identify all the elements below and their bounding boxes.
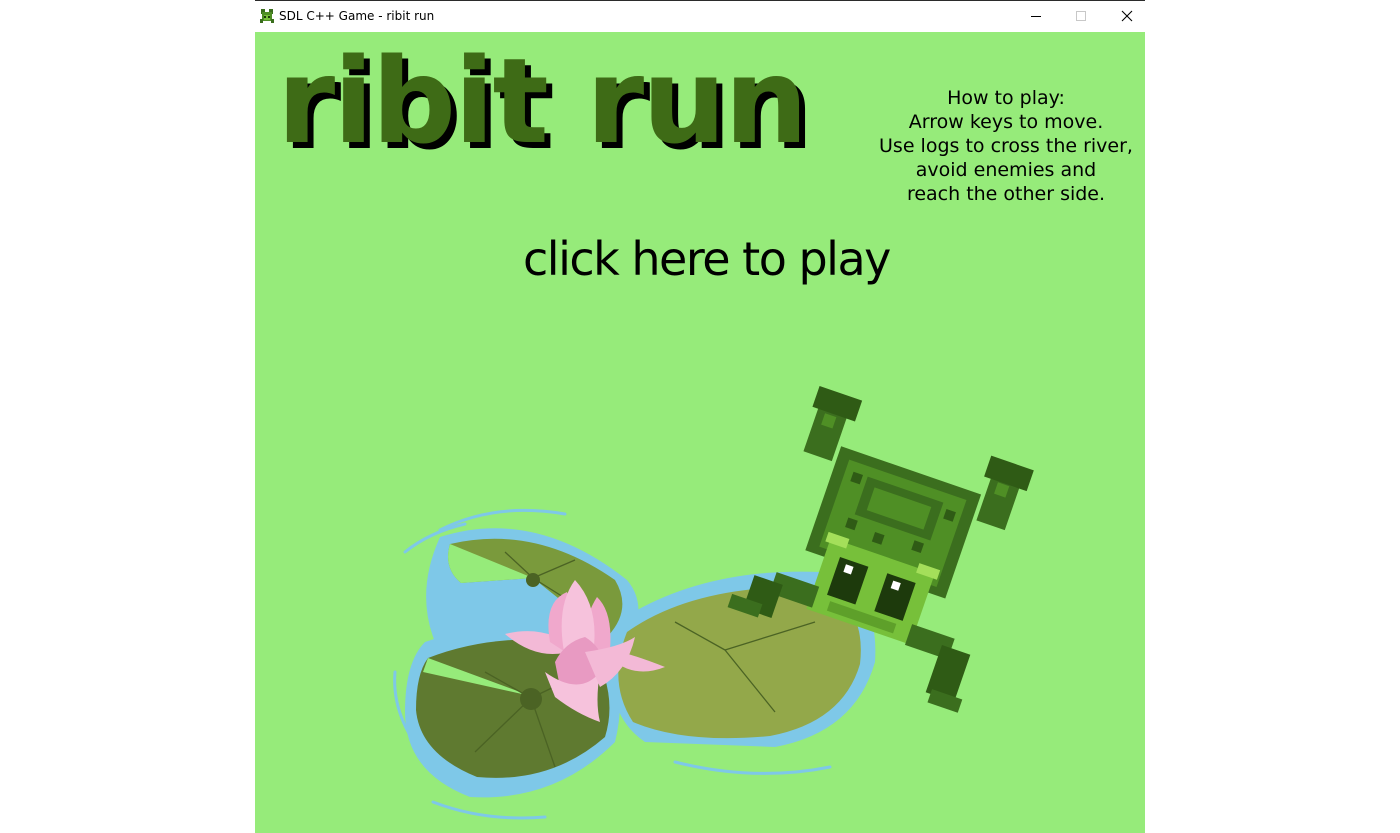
title-bar[interactable]: SDL C++ Game - ribit run bbox=[255, 1, 1145, 31]
how-to-play-panel: How to play: Arrow keys to move. Use log… bbox=[871, 86, 1141, 206]
how-to-play-line: Arrow keys to move. bbox=[908, 111, 1104, 133]
game-title: ribit run bbox=[277, 32, 808, 170]
play-button[interactable]: click here to play bbox=[523, 232, 891, 286]
minimize-button[interactable] bbox=[1013, 1, 1059, 31]
window-title: SDL C++ Game - ribit run bbox=[279, 9, 435, 23]
game-canvas[interactable]: ribit run How to play: Arrow keys to mov… bbox=[255, 32, 1145, 833]
close-icon bbox=[1121, 10, 1133, 22]
how-to-play-line: reach the other side. bbox=[906, 183, 1106, 205]
frog-icon bbox=[260, 9, 274, 23]
close-button[interactable] bbox=[1104, 1, 1150, 31]
minimize-icon bbox=[1031, 16, 1041, 17]
how-to-play-heading: How to play: bbox=[947, 87, 1065, 109]
maximize-icon bbox=[1076, 11, 1086, 21]
game-window: SDL C++ Game - ribit run ribit run How t… bbox=[255, 0, 1145, 833]
how-to-play-line: Use logs to cross the river, bbox=[879, 135, 1133, 157]
how-to-play-line: avoid enemies and bbox=[915, 159, 1097, 181]
maximize-button[interactable] bbox=[1058, 1, 1104, 31]
